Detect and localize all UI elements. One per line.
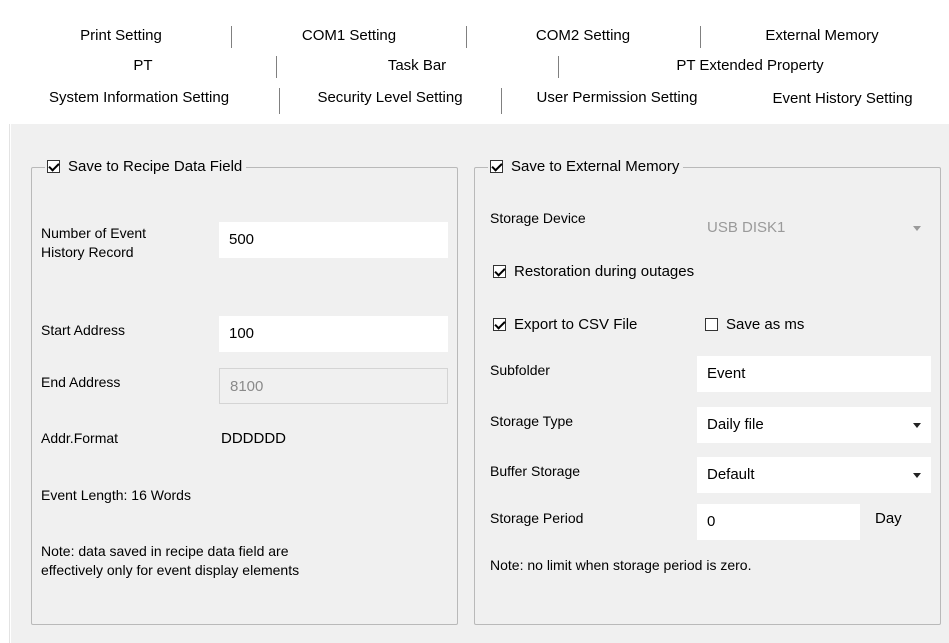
buffer-storage-value: Default [707,466,755,483]
external-memory-legend: Save to External Memory [488,156,684,176]
tab-separator [276,56,277,78]
tab-separator [279,88,280,114]
storage-period-input[interactable]: 0 [697,504,860,540]
storage-period-unit: Day [875,510,902,527]
tab-event-history-setting[interactable]: Event History Setting [734,88,949,127]
tab-user-permission-setting[interactable]: User Permission Setting [503,86,731,110]
buffer-storage-select[interactable]: Default [697,457,931,493]
save-ms-checkbox[interactable] [705,318,718,331]
tab-label: Event History Setting [772,90,913,107]
chevron-down-icon [913,473,921,478]
start-address-input[interactable]: 100 [219,316,448,352]
tab-separator [466,26,467,48]
recipe-data-legend: Save to Recipe Data Field [45,156,247,176]
restoration-checkbox[interactable] [493,265,506,278]
tab-system-information-setting[interactable]: System Information Setting [0,86,278,110]
tab-com1-setting[interactable]: COM1 Setting [233,24,465,48]
export-csv-label: Export to CSV File [514,316,638,333]
storage-device-select: USB DISK1 [697,210,931,246]
save-ms-label: Save as ms [726,316,805,333]
save-ms-row[interactable]: Save as ms [705,316,804,333]
subfolder-input[interactable]: Event [697,356,931,392]
tab-separator [231,26,232,48]
tab-separator [558,56,559,78]
chevron-down-icon [913,226,921,231]
storage-type-select[interactable]: Daily file [697,407,931,443]
start-address-label: Start Address [41,322,126,338]
end-address-label: End Address [41,374,121,390]
num-records-input[interactable]: 500 [219,222,448,258]
tab-print-setting[interactable]: Print Setting [14,24,228,48]
panel-left-edge-dark [9,124,10,643]
chevron-down-icon [913,423,921,428]
buffer-storage-label: Buffer Storage [490,463,581,479]
save-to-external-memory-checkbox[interactable] [490,159,503,173]
tab-external-memory[interactable]: External Memory [702,24,942,48]
save-to-external-memory-label: Save to External Memory [511,157,680,175]
tab-security-level-setting[interactable]: Security Level Setting [281,86,499,110]
restoration-row[interactable]: Restoration during outages [493,263,694,280]
subfolder-label: Subfolder [490,362,550,378]
external-memory-note-text: Note: no limit when storage period is ze… [490,557,752,573]
save-to-recipe-checkbox[interactable] [47,159,60,173]
recipe-note-text: Note: data saved in recipe data field ar… [41,543,300,578]
storage-type-label: Storage Type [490,413,574,429]
storage-type-value: Daily file [707,416,764,433]
addr-format-value: DDDDDD [221,430,286,447]
storage-device-label: Storage Device [490,210,586,226]
export-csv-checkbox[interactable] [493,318,506,331]
num-records-label: Number of Event History Record [41,225,147,260]
end-address-input: 8100 [219,368,448,404]
addr-format-label: Addr.Format [41,430,119,446]
tab-com2-setting[interactable]: COM2 Setting [468,24,698,48]
tab-separator [501,88,502,114]
restoration-label: Restoration during outages [514,263,695,280]
tab-separator [700,26,701,48]
event-length-text: Event Length: 16 Words [41,487,191,503]
tab-task-bar[interactable]: Task Bar [278,54,556,78]
storage-device-value: USB DISK1 [707,219,786,236]
save-to-recipe-label: Save to Recipe Data Field [68,157,243,175]
storage-period-label: Storage Period [490,510,584,526]
tab-pt-extended-property[interactable]: PT Extended Property [560,54,940,78]
tab-pt[interactable]: PT [12,54,274,78]
export-csv-row[interactable]: Export to CSV File [493,316,637,333]
